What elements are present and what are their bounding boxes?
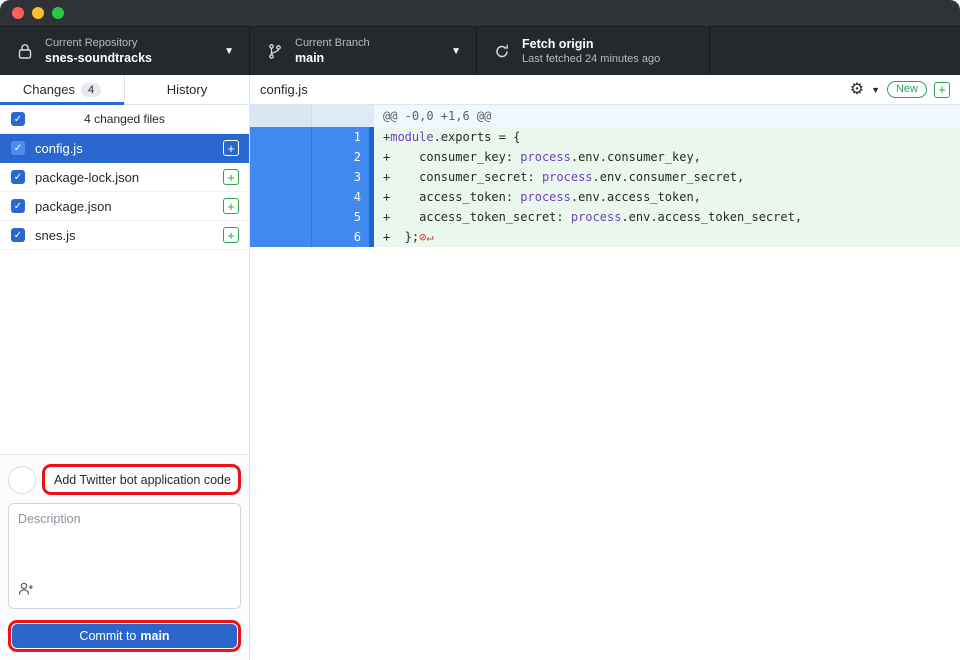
commit-summary-input[interactable]: Add Twitter bot application code [45, 473, 231, 487]
file-name: config.js [35, 141, 83, 156]
minimize-window-button[interactable] [32, 7, 44, 19]
file-added-icon: + [223, 198, 239, 214]
diff-line[interactable]: 1+module.exports = { [250, 127, 960, 147]
changes-count-badge: 4 [81, 83, 101, 97]
diff-line[interactable]: 4+ access_token: process.env.access_toke… [250, 187, 960, 207]
diff-code-line: + consumer_key: process.env.consumer_key… [374, 147, 960, 167]
tab-changes[interactable]: Changes 4 [0, 75, 124, 104]
diff-gutter-old[interactable] [250, 207, 312, 227]
diff-code-line: + access_token: process.env.access_token… [374, 187, 960, 207]
file-added-icon: + [223, 227, 239, 243]
avatar [8, 466, 36, 494]
tab-changes-label: Changes [23, 82, 75, 97]
description-placeholder: Description [18, 512, 81, 526]
file-added-icon: + [223, 169, 239, 185]
diff-line-number[interactable]: 3 [312, 167, 369, 187]
lock-icon [14, 43, 36, 60]
repository-label: Current Repository [45, 37, 152, 49]
file-added-icon: + [223, 140, 239, 156]
tab-history-label: History [167, 82, 207, 97]
file-row-config-js[interactable]: ✓ config.js + [0, 134, 249, 163]
repository-name: snes-soundtracks [45, 51, 152, 65]
diff-line-number[interactable]: 6 [312, 227, 369, 247]
file-checkbox[interactable]: ✓ [11, 199, 25, 213]
add-icon[interactable]: + [934, 82, 950, 98]
diff-gutter-old[interactable] [250, 227, 312, 247]
diff-line[interactable]: 6+ };⊘↵ [250, 227, 960, 247]
diff-line[interactable]: 5+ access_token_secret: process.env.acce… [250, 207, 960, 227]
gear-icon[interactable]: ⚙ [850, 82, 864, 98]
no-newline-icon: ⊘↵ [419, 230, 433, 244]
changed-files-count: 4 changed files [0, 112, 249, 126]
diff-line-number[interactable]: 2 [312, 147, 369, 167]
diff-code-line: + };⊘↵ [374, 227, 960, 247]
diff-code-line: + access_token_secret: process.env.acces… [374, 207, 960, 227]
fetch-origin-button[interactable]: Fetch origin Last fetched 24 minutes ago [477, 27, 710, 75]
diff-line-number[interactable]: 5 [312, 207, 369, 227]
fetch-status: Last fetched 24 minutes ago [522, 53, 660, 65]
file-tab-bar: config.js ⚙ ▼ New + [250, 75, 960, 105]
toolbar: Current Repository snes-soundtracks ▼ Cu… [0, 27, 960, 75]
commit-panel: Add Twitter bot application code Descrip… [0, 454, 249, 660]
tab-history[interactable]: History [124, 75, 249, 104]
titlebar [0, 0, 960, 27]
branch-icon [264, 43, 286, 60]
hunk-gutter [312, 105, 374, 127]
main-content: config.js ⚙ ▼ New + @@ -0,0 +1,6 @@ 1+mo… [250, 75, 960, 660]
maximize-window-button[interactable] [52, 7, 64, 19]
file-checkbox[interactable]: ✓ [11, 141, 25, 155]
diff-gutter-old[interactable] [250, 147, 312, 167]
diff-gutter-old[interactable] [250, 127, 312, 147]
commit-button-branch: main [140, 629, 169, 643]
commit-button[interactable]: Commit to main [12, 624, 237, 648]
branch-name: main [295, 51, 370, 65]
hunk-header-text: @@ -0,0 +1,6 @@ [374, 105, 960, 127]
file-name: package-lock.json [35, 170, 139, 185]
chevron-down-icon: ▼ [451, 46, 461, 57]
close-window-button[interactable] [12, 7, 24, 19]
diff-line-number[interactable]: 4 [312, 187, 369, 207]
commit-button-highlight-annotation: Commit to main [8, 620, 241, 652]
diff-lines: 1+module.exports = {2+ consumer_key: pro… [250, 127, 960, 247]
file-name: package.json [35, 199, 112, 214]
changed-files-header: ✓ 4 changed files [0, 105, 249, 134]
summary-highlight-annotation: Add Twitter bot application code [42, 464, 241, 495]
add-coauthor-icon[interactable] [18, 581, 34, 601]
hunk-header-row: @@ -0,0 +1,6 @@ [250, 105, 960, 127]
diff-code-line: +module.exports = { [374, 127, 960, 147]
diff-code-line: + consumer_secret: process.env.consumer_… [374, 167, 960, 187]
file-row-snes-js[interactable]: ✓ snes.js + [0, 221, 249, 250]
chevron-down-icon[interactable]: ▼ [871, 85, 880, 95]
file-checkbox[interactable]: ✓ [11, 228, 25, 242]
open-file-title: config.js [260, 82, 308, 97]
new-badge-button[interactable]: New [887, 81, 927, 98]
diff-view: @@ -0,0 +1,6 @@ 1+module.exports = {2+ c… [250, 105, 960, 247]
sync-icon [491, 43, 513, 60]
sidebar-tabs: Changes 4 History [0, 75, 249, 105]
current-repository-dropdown[interactable]: Current Repository snes-soundtracks ▼ [0, 27, 250, 75]
current-branch-dropdown[interactable]: Current Branch main ▼ [250, 27, 477, 75]
file-row-package-json[interactable]: ✓ package.json + [0, 192, 249, 221]
app-window: Current Repository snes-soundtracks ▼ Cu… [0, 0, 960, 660]
diff-line-number[interactable]: 1 [312, 127, 369, 147]
hunk-gutter [250, 105, 312, 127]
file-name: snes.js [35, 228, 75, 243]
diff-gutter-old[interactable] [250, 167, 312, 187]
file-checkbox[interactable]: ✓ [11, 170, 25, 184]
diff-gutter-old[interactable] [250, 187, 312, 207]
commit-description-textarea[interactable]: Description [8, 503, 241, 609]
commit-button-label: Commit to [79, 629, 136, 643]
sidebar: Changes 4 History ✓ 4 changed files ✓ co… [0, 75, 250, 660]
file-row-package-lock-json[interactable]: ✓ package-lock.json + [0, 163, 249, 192]
branch-label: Current Branch [295, 37, 370, 49]
diff-line[interactable]: 3+ consumer_secret: process.env.consumer… [250, 167, 960, 187]
sidebar-spacer [0, 250, 249, 454]
fetch-label: Fetch origin [522, 37, 660, 51]
chevron-down-icon: ▼ [224, 46, 234, 57]
diff-line[interactable]: 2+ consumer_key: process.env.consumer_ke… [250, 147, 960, 167]
